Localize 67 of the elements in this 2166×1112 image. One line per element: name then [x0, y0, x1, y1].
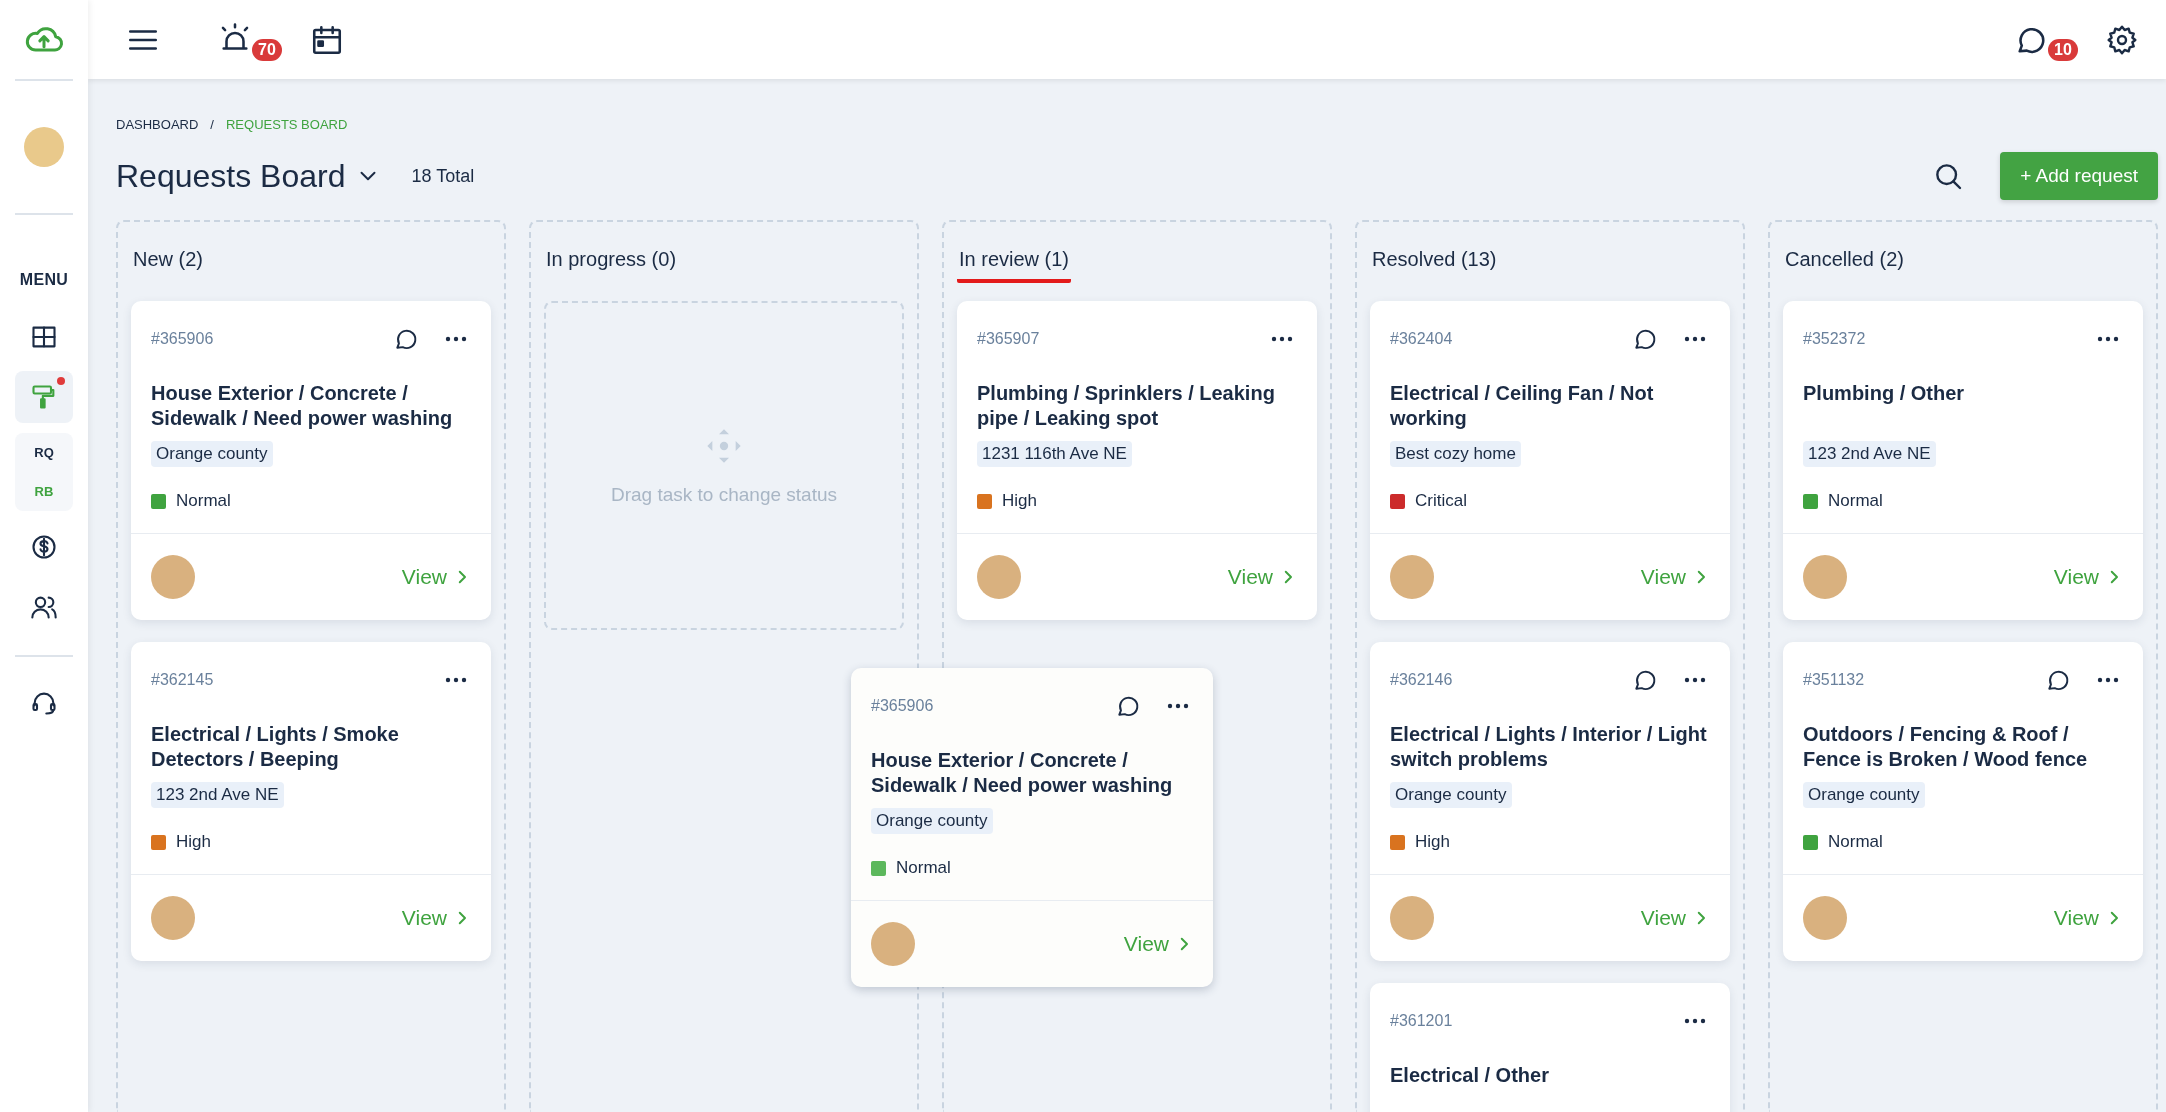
request-id: #361201 — [1390, 1012, 1454, 1030]
request-id: #365907 — [977, 330, 1041, 348]
location-tag: 123 2nd Ave NE — [151, 782, 284, 808]
dragged-request-card[interactable]: #365906 House Exterior / Concrete / Sidewalk / Need power washing Orange county Normal View — [851, 668, 1213, 987]
assignee-avatar — [1803, 555, 1847, 599]
request-id: #362404 — [1390, 330, 1454, 348]
drop-hint: Drag task to change status — [611, 483, 837, 506]
priority-label: High — [1002, 491, 1037, 511]
request-card[interactable]: #365907 Plumbing / Sprinklers / Leaking pipe / Leaking spot 1231 116th Ave NE High View — [957, 301, 1317, 620]
location-tag: Orange county — [1803, 782, 1925, 808]
request-title: Outdoors / Fencing & Roof / Fence is Broken / Wood fence — [1803, 722, 2089, 772]
assignee-avatar — [1390, 555, 1434, 599]
assignee-avatar — [151, 896, 195, 940]
request-title: Electrical / Lights / Interior / Light switch problems — [1390, 722, 1708, 772]
page-title: Requests Board — [116, 157, 346, 195]
menu-label: MENU — [19, 271, 69, 289]
request-title: Electrical / Lights / Smoke Detectors / Beeping — [151, 722, 400, 772]
request-card[interactable]: #352372 Plumbing / Other 123 2nd Ave NE Normal View — [1783, 301, 2143, 620]
breadcrumb-separator: / — [210, 117, 214, 132]
location-tag: Orange county — [151, 441, 273, 467]
request-title: House Exterior / Concrete / Sidewalk / Need power washing — [871, 748, 1174, 798]
request-card[interactable]: #362404 Electrical / Ceiling Fan / Not working Best cozy home Critical View — [1370, 301, 1730, 620]
location-tag: Orange county — [1390, 782, 1512, 808]
priority-label: Normal — [176, 491, 231, 511]
column-title: Cancelled (2) — [1784, 248, 1905, 272]
priority-label: Normal — [1828, 832, 1883, 852]
notification-count: 70 — [252, 38, 282, 61]
assignee-avatar — [977, 555, 1021, 599]
request-title: Plumbing / Sprinklers / Leaking pipe / Leaking spot — [977, 381, 1276, 431]
column-title: In progress (0) — [545, 248, 678, 272]
column-title: In review (1) — [957, 248, 1072, 283]
priority-label: High — [176, 832, 211, 852]
priority-label: High — [1415, 832, 1450, 852]
location-tag: 1231 116th Ave NE — [977, 441, 1132, 467]
priority-label: Critical — [1415, 491, 1467, 511]
request-title: Plumbing / Other — [1803, 381, 1966, 406]
assignee-avatar — [1803, 896, 1847, 940]
location-tag: Best cozy home — [1390, 441, 1521, 467]
request-id: #365906 — [151, 330, 215, 348]
request-id: #365906 — [871, 697, 935, 715]
assignee-avatar — [151, 555, 195, 599]
submenu-item[interactable]: RQ — [34, 445, 54, 460]
request-card[interactable]: #365906 House Exterior / Concrete / Sidewalk / Need power washing Orange county Normal View — [131, 301, 491, 620]
request-id: #362145 — [151, 671, 215, 689]
total-count: 18 Total — [411, 165, 475, 187]
location-tag: Orange county — [871, 808, 993, 834]
request-title: Electrical / Ceiling Fan / Not working — [1390, 381, 1655, 431]
assignee-avatar — [1390, 896, 1434, 940]
breadcrumb-link[interactable]: DASHBOARD — [116, 117, 199, 132]
request-card[interactable]: #361201 Electrical / Other — [1370, 983, 1730, 1112]
column-title: Resolved (13) — [1371, 248, 1498, 272]
dollar-icon — [30, 533, 58, 561]
column-title: New (2) — [132, 248, 204, 272]
assignee-avatar — [871, 922, 915, 966]
message-count: 10 — [2048, 38, 2078, 61]
request-id: #351132 — [1803, 671, 1866, 689]
priority-label: Normal — [896, 858, 951, 878]
request-card[interactable]: #362145 Electrical / Lights / Smoke Detectors / Beeping 123 2nd Ave NE High View — [131, 642, 491, 961]
priority-label: Normal — [1828, 491, 1883, 511]
request-title: Electrical / Other — [1390, 1063, 1550, 1088]
request-card[interactable]: #351132 Outdoors / Fencing & Roof / Fence is Broken / Wood fence Orange county Normal View — [1783, 642, 2143, 961]
settings-icon[interactable] — [2106, 23, 2138, 56]
request-id: #362146 — [1390, 671, 1454, 689]
request-card[interactable]: #362146 Electrical / Lights / Interior / Light switch problems Orange county High View — [1370, 642, 1730, 961]
location-tag: 123 2nd Ave NE — [1803, 441, 1936, 467]
request-id: #352372 — [1803, 330, 1867, 348]
request-title: House Exterior / Concrete / Sidewalk / Need power washing — [151, 381, 454, 431]
